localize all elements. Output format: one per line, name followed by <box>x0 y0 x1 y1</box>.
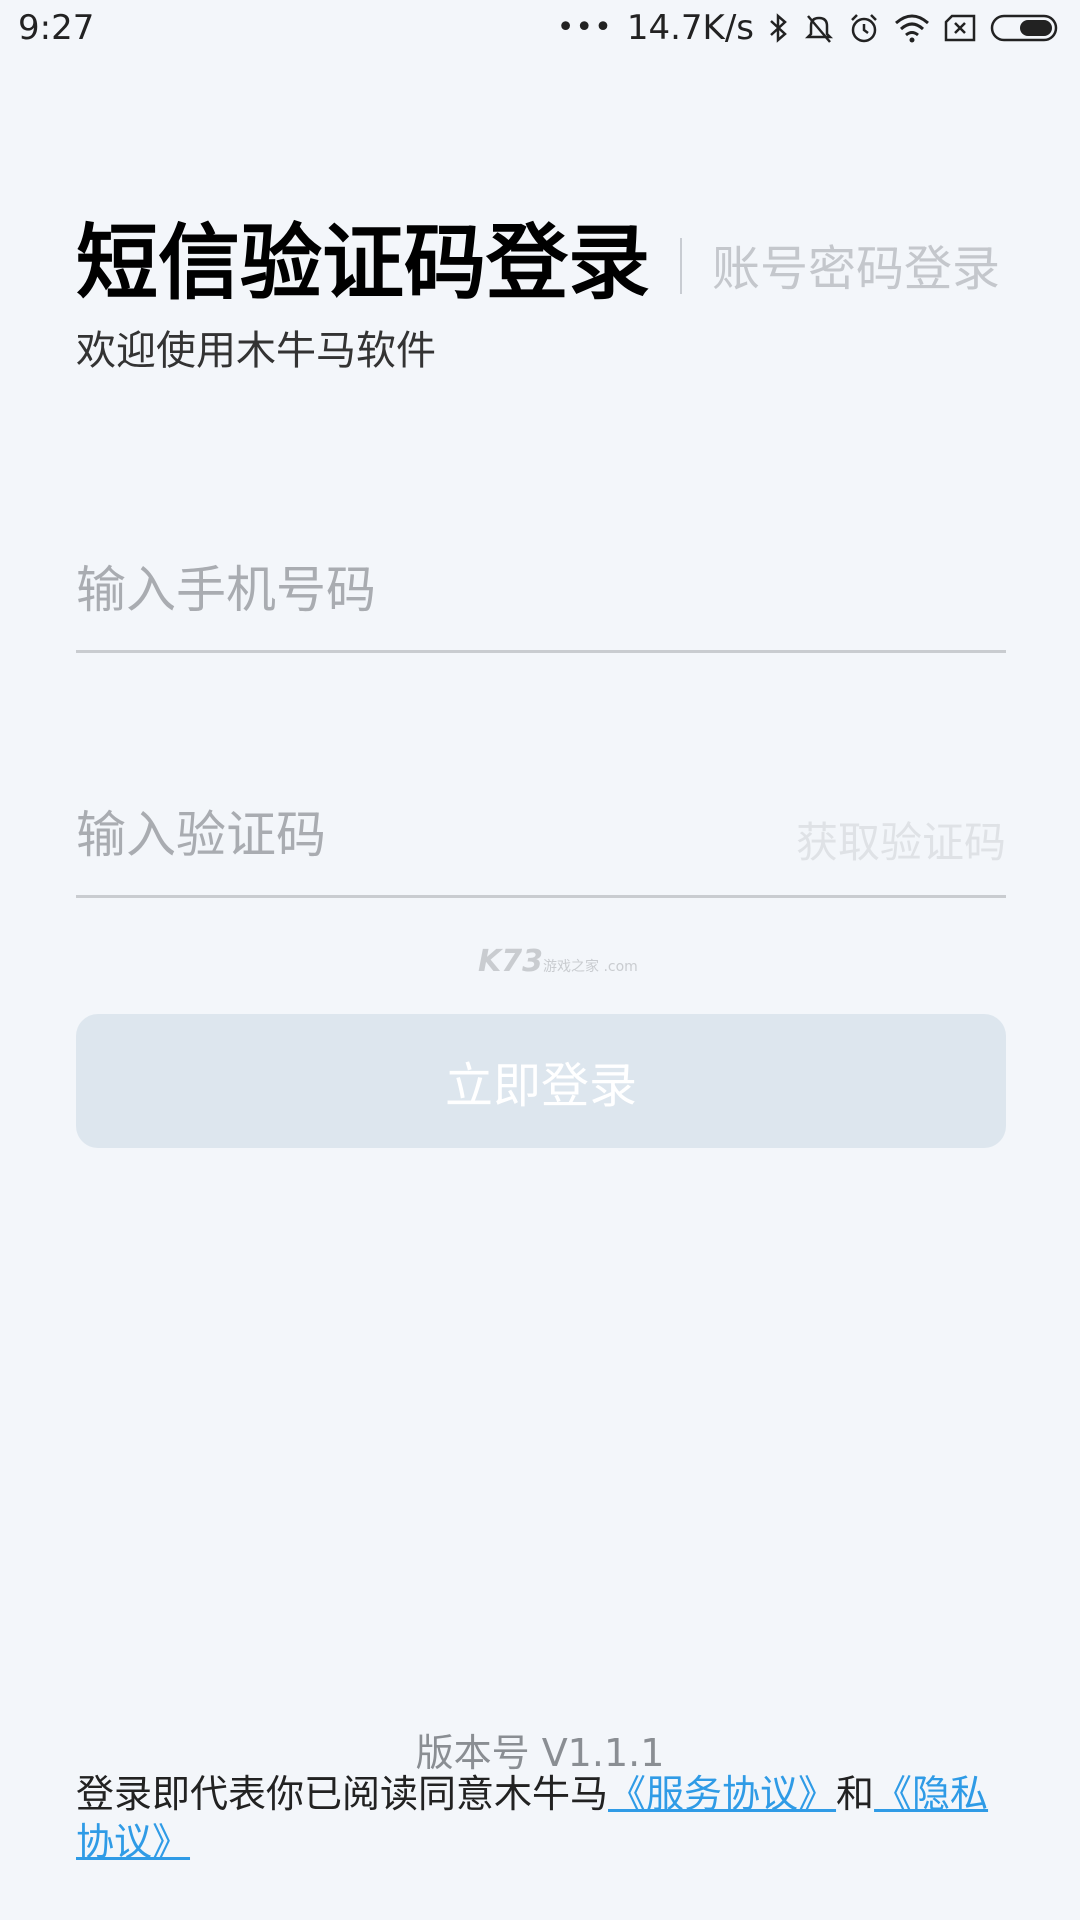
wifi-icon <box>895 14 929 43</box>
status-bar: 9:27 ••• 14.7K/s <box>0 0 1080 60</box>
bluetooth-icon <box>770 13 787 43</box>
phone-input[interactable] <box>76 530 676 650</box>
page-title: 短信验证码登录 <box>76 216 651 311</box>
status-time: 9:27 <box>18 8 95 48</box>
password-login-tab[interactable]: 账号密码登录 <box>712 224 1000 314</box>
battery-icon <box>990 14 1058 42</box>
code-field: 获取验证码 <box>76 775 1006 898</box>
get-code-button[interactable]: 获取验证码 <box>796 809 1006 870</box>
network-speed: 14.7K/s <box>626 8 754 48</box>
agreement-text: 登录即代表你已阅读同意木牛马《服务协议》和《隐私协议》 <box>76 1770 996 1866</box>
sim-none-icon <box>944 14 976 42</box>
bell-muted-icon <box>804 15 834 43</box>
welcome-subtitle: 欢迎使用木牛马软件 <box>76 328 436 374</box>
code-input[interactable] <box>76 775 676 895</box>
agreement-and: 和 <box>836 1772 875 1816</box>
watermark-logo: K73游戏之家 .com <box>478 944 638 979</box>
agreement-prefix: 登录即代表你已阅读同意木牛马 <box>76 1772 609 1816</box>
login-button[interactable]: 立即登录 <box>76 1014 1006 1148</box>
more-dots: ••• <box>556 10 613 45</box>
version-label: 版本号 V1.1.1 <box>415 1731 665 1775</box>
watermark-main: K73 <box>478 944 543 979</box>
phone-field <box>76 530 1006 653</box>
status-icons: ••• 14.7K/s <box>557 8 1062 48</box>
title-divider <box>680 238 683 294</box>
service-agreement-link[interactable]: 《服务协议》 <box>608 1772 836 1816</box>
header: 短信验证码登录 账号密码登录 <box>76 214 1000 314</box>
alarm-icon <box>851 14 877 43</box>
watermark-sub: 游戏之家 .com <box>543 959 638 975</box>
